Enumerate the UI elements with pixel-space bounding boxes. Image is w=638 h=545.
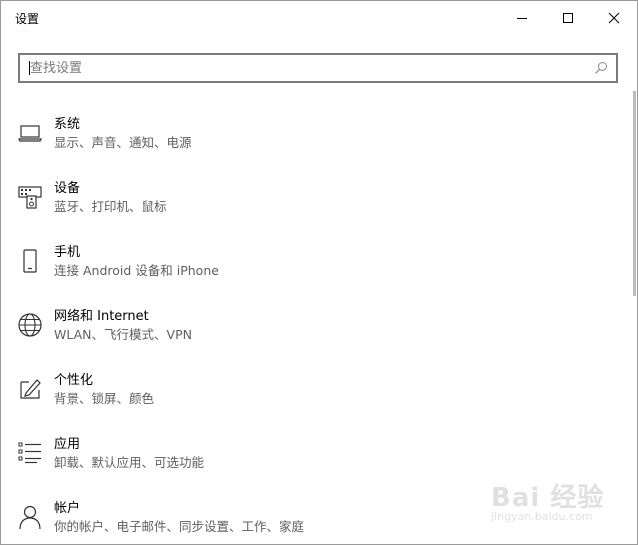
- category-network[interactable]: 网络和 Internet WLAN、飞行模式、VPN: [1, 293, 631, 349]
- category-label: 系统: [54, 117, 81, 132]
- category-description: 蓝牙、打印机、鼠标: [54, 199, 167, 214]
- minimize-icon: [517, 18, 527, 19]
- maximize-icon: [563, 13, 573, 23]
- search-input[interactable]: [20, 55, 590, 81]
- scrollbar-thumb[interactable]: [633, 91, 636, 296]
- watermark-url: jingyan.baidu.com: [491, 510, 593, 523]
- category-description: 显示、声音、通知、电源: [54, 135, 192, 150]
- window-title: 设置: [15, 12, 40, 26]
- laptop-icon: [16, 119, 44, 147]
- text-cursor: [29, 61, 30, 75]
- watermark-brand: Bai 经验: [491, 483, 605, 513]
- category-system[interactable]: 系统 显示、声音、通知、电源: [1, 101, 631, 157]
- personalization-icon: [16, 375, 44, 403]
- search-box[interactable]: [18, 53, 618, 83]
- close-button[interactable]: [591, 1, 637, 35]
- category-phone[interactable]: 手机 连接 Android 设备和 iPhone: [1, 229, 631, 285]
- globe-icon: [16, 311, 44, 339]
- category-devices[interactable]: 设备 蓝牙、打印机、鼠标: [1, 165, 631, 221]
- apps-list-icon: [16, 439, 44, 467]
- category-label: 设备: [54, 181, 81, 196]
- settings-window: 设置 查找设置 系统 显示、声音、通知、电源 设备 蓝牙、打印机、鼠标 手机 连…: [0, 0, 638, 545]
- category-label: 个性化: [54, 373, 94, 388]
- phone-icon: [16, 247, 44, 275]
- category-label: 应用: [54, 437, 81, 452]
- category-apps[interactable]: 应用 卸载、默认应用、可选功能: [1, 421, 631, 477]
- devices-icon: [16, 183, 44, 211]
- category-label: 网络和 Internet: [54, 309, 149, 324]
- person-icon: [16, 503, 44, 531]
- title-bar: 设置: [1, 1, 637, 35]
- category-label: 手机: [54, 245, 81, 260]
- category-description: 卸载、默认应用、可选功能: [54, 455, 205, 470]
- category-label: 帐户: [54, 501, 81, 516]
- category-description: 你的帐户、电子邮件、同步设置、工作、家庭: [54, 519, 305, 534]
- category-description: WLAN、飞行模式、VPN: [54, 327, 192, 342]
- close-icon: [608, 12, 620, 24]
- minimize-button[interactable]: [499, 1, 545, 35]
- category-personalization[interactable]: 个性化 背景、锁屏、颜色: [1, 357, 631, 413]
- baidu-watermark: Bai 经验 jingyan.baidu.com: [491, 477, 631, 541]
- search-icon[interactable]: [594, 61, 608, 75]
- maximize-button[interactable]: [545, 1, 591, 35]
- category-description: 连接 Android 设备和 iPhone: [54, 263, 219, 278]
- category-description: 背景、锁屏、颜色: [54, 391, 155, 406]
